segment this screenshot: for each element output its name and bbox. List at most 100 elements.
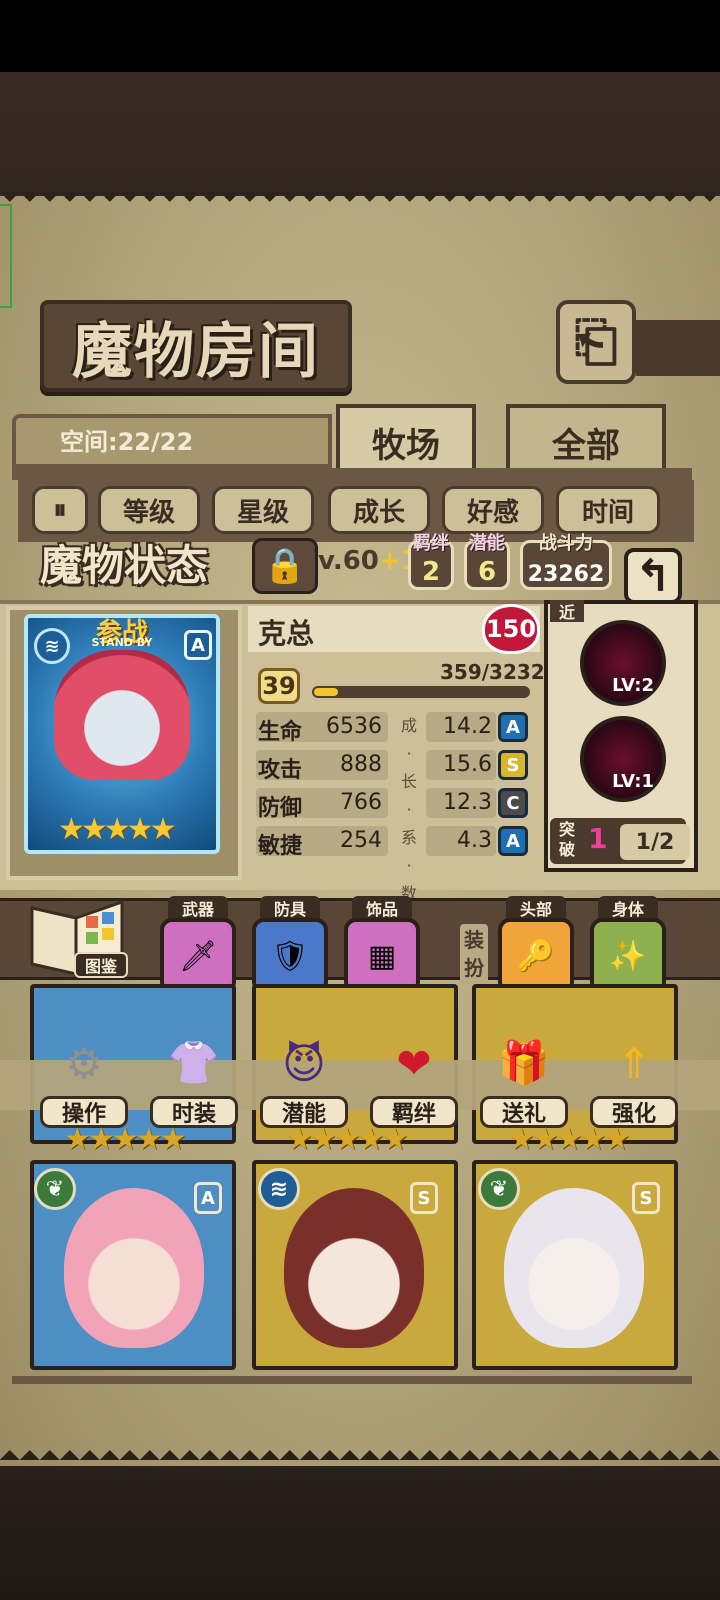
sparkle-stars-icon: ✨ (609, 938, 647, 974)
sort-star-button[interactable]: 星级 (212, 486, 314, 534)
space-counter: 空间:22/22 (60, 428, 194, 456)
exp-bar (312, 686, 530, 698)
side-tab-indicator (0, 204, 12, 308)
stat-value-def: 766 (340, 790, 382, 815)
level-cap-value: v.60 (318, 546, 379, 576)
bond-label: 羁绊 (413, 533, 449, 554)
leaf-element-icon: ❦ (34, 1168, 76, 1210)
enhance-button[interactable]: ⇑ 强化 (586, 1010, 682, 1128)
close-status-button[interactable]: ↰ (624, 548, 682, 604)
weapon-slot[interactable]: 🗡 (160, 918, 236, 994)
potential-badge: 潜能 6 (464, 533, 510, 590)
water-element-icon: ≋ (34, 628, 70, 664)
level-cap: v.60+1 (318, 546, 419, 576)
rank-badge: S (410, 1182, 438, 1214)
potential-button[interactable]: 😈 潜能 (256, 1010, 352, 1128)
skill-1-icon[interactable]: LV:2 (580, 620, 666, 706)
weapon-label: 武器 (168, 896, 228, 920)
range-tag: 近 (550, 600, 584, 622)
tab-ranch[interactable]: 牧场 (336, 404, 476, 476)
dress-up-label: 装扮 (460, 924, 488, 984)
up-arrows-icon: ⇑ (616, 1038, 652, 1088)
operate-button[interactable]: ⚙ 操作 (36, 1010, 132, 1128)
accessory-slot[interactable]: ▦ (344, 918, 420, 994)
breakthrough-ratio[interactable]: 1/2 (620, 824, 690, 860)
skill-1-level: LV:2 (612, 675, 654, 696)
grade-badge-hp: A (498, 712, 528, 742)
back-rail (636, 320, 720, 376)
pause-sort-icon: ⏸ (53, 494, 67, 525)
grade-badge-agi: A (498, 826, 528, 856)
lock-icon: 🔒 (263, 546, 307, 586)
bond-value: 2 (421, 557, 441, 587)
grade-badge-def: C (498, 788, 528, 818)
leaf-element-icon: ❦ (478, 1168, 520, 1210)
hearts-icon: ❤ (396, 1038, 432, 1088)
stat-name-atk: 攻击 (258, 758, 303, 783)
lock-button[interactable]: 🔒 (252, 538, 318, 594)
skill-2-icon[interactable]: LV:1 (580, 716, 666, 802)
tab-all[interactable]: 全部 (506, 404, 666, 476)
monster-portrait (54, 650, 190, 780)
page-title: 魔物房间 (72, 316, 320, 387)
gear-icon: ⚙ (65, 1038, 103, 1088)
star-rating: ★★★★★ (508, 1122, 630, 1157)
head-slot[interactable]: 🔑 (498, 918, 574, 994)
stat-name-agi: 敏捷 (258, 834, 303, 859)
stat-name-def: 防御 (258, 796, 303, 821)
encyclopedia-label: 图鉴 (74, 952, 128, 978)
potential-label: 潜能 (469, 533, 505, 554)
bond-badge: 羁绊 2 (408, 533, 454, 590)
growth-coefficient-label: 成·长·系·数 (400, 716, 417, 903)
tab-rail (12, 468, 692, 480)
growth-value-atk: 15.6 (443, 752, 492, 777)
star-rating: ★★★★★ (58, 812, 176, 847)
power-value: 23262 (527, 562, 605, 587)
sword-icon: 🗡 (178, 938, 218, 974)
water-element-icon: ≋ (258, 1168, 300, 1210)
clothes-icon: 👚 (167, 1038, 221, 1087)
rank-badge: S (632, 1182, 660, 1214)
breakthrough-value: 1 (588, 822, 608, 855)
hairpin-icon: 🔑 (517, 938, 555, 974)
skill-2-level: LV:1 (612, 771, 654, 792)
growth-value-hp: 14.2 (443, 714, 492, 739)
sort-affection-button[interactable]: 好感 (442, 486, 544, 534)
status-bar-area (0, 0, 720, 72)
exp-text: 359/3232 (440, 660, 545, 684)
sort-level-button[interactable]: 等级 (98, 486, 200, 534)
back-button[interactable]: ⎗ (556, 300, 636, 384)
rank-badge: A (194, 1182, 222, 1214)
monster-portrait (64, 1188, 204, 1348)
star-rating: ★★★★★ (286, 1122, 408, 1157)
growth-value-def: 12.3 (443, 790, 492, 815)
growth-value-agi: 4.3 (457, 828, 492, 853)
tablet-icon: ▦ (367, 938, 397, 974)
bond-button[interactable]: ❤ 羁绊 (366, 1010, 462, 1128)
gift-icon: 🎁 (497, 1038, 551, 1087)
sort-toggle-button[interactable]: ⏸ (32, 486, 88, 534)
status-title: 魔物状态 (39, 540, 208, 590)
monster-portrait (504, 1188, 644, 1348)
back-arrow-icon: ⎗ (574, 310, 618, 373)
power-label: 战斗力 (539, 533, 593, 554)
sort-growth-button[interactable]: 成长 (328, 486, 430, 534)
sort-time-button[interactable]: 时间 (556, 486, 660, 534)
affection-heart-icon: 150 (482, 604, 540, 654)
head-label: 头部 (506, 896, 566, 920)
stat-value-hp: 6536 (326, 714, 382, 739)
body-slot[interactable]: ✨ (590, 918, 666, 994)
armor-slot[interactable]: 🛡 (252, 918, 328, 994)
exp-bar-fill (314, 688, 338, 696)
star-rating: ★★★★★ (64, 1122, 186, 1157)
gift-button[interactable]: 🎁 送礼 (476, 1010, 572, 1128)
shield-icon: 🛡 (270, 938, 310, 974)
return-arrow-icon: ↰ (634, 550, 672, 602)
zigzag-border-bottom (0, 1440, 720, 1468)
accessory-label: 饰品 (352, 896, 412, 920)
devil-icon: 😈 (282, 1038, 326, 1088)
armor-label: 防具 (260, 896, 320, 920)
grid-bottom-rail (12, 1376, 692, 1384)
monster-name: 克总 (258, 617, 315, 650)
fashion-button[interactable]: 👚 时装 (146, 1010, 242, 1128)
